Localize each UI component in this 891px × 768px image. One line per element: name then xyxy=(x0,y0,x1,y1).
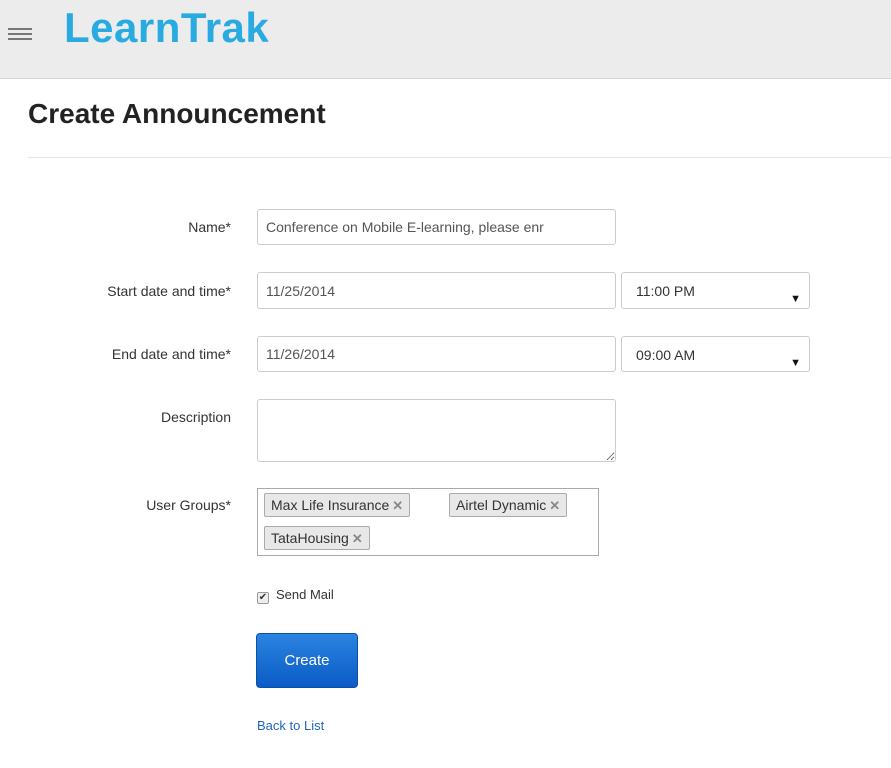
send-mail-label: Send Mail xyxy=(276,587,334,602)
user-groups-input[interactable]: Max Life Insurance ✕ Airtel Dynamic ✕ Tata… xyxy=(257,488,599,556)
app-logo: LearnTrak xyxy=(64,4,270,51)
group-tag: Airtel Dynamic ✕ xyxy=(449,493,568,517)
close-icon[interactable]: ✕ xyxy=(392,498,403,513)
description-textarea[interactable] xyxy=(257,399,616,462)
description-label: Description xyxy=(160,409,231,425)
end-date-label: End date and time* xyxy=(111,346,231,362)
end-time-value: 09:00 AM xyxy=(636,347,696,363)
name-input[interactable] xyxy=(257,209,616,245)
close-icon[interactable]: ✕ xyxy=(352,531,363,546)
back-to-list-link[interactable]: Back to List xyxy=(257,718,324,733)
divider xyxy=(28,157,891,158)
page-title: Create Announcement xyxy=(28,98,326,129)
start-time-select[interactable]: 11:00 PM ▼ xyxy=(621,272,810,309)
end-date-input[interactable] xyxy=(257,336,616,372)
hamburger-icon[interactable] xyxy=(8,28,32,42)
start-date-input[interactable] xyxy=(257,272,616,309)
top-bar: LearnTrak xyxy=(0,0,891,79)
chevron-down-icon: ▼ xyxy=(790,293,801,305)
chevron-down-icon: ▼ xyxy=(790,357,801,369)
start-time-value: 11:00 PM xyxy=(636,283,695,299)
start-date-label: Start date and time* xyxy=(107,283,231,299)
group-tag: TataHousing ✕ xyxy=(264,526,370,550)
group-tag: Max Life Insurance ✕ xyxy=(264,493,411,517)
name-label: Name* xyxy=(188,219,231,235)
send-mail-checkbox[interactable]: ✔ xyxy=(257,592,269,604)
close-icon[interactable]: ✕ xyxy=(549,498,560,513)
user-groups-label: User Groups* xyxy=(146,497,231,513)
end-time-select[interactable]: 09:00 AM ▼ xyxy=(621,336,810,372)
create-button[interactable]: Create xyxy=(256,633,358,688)
